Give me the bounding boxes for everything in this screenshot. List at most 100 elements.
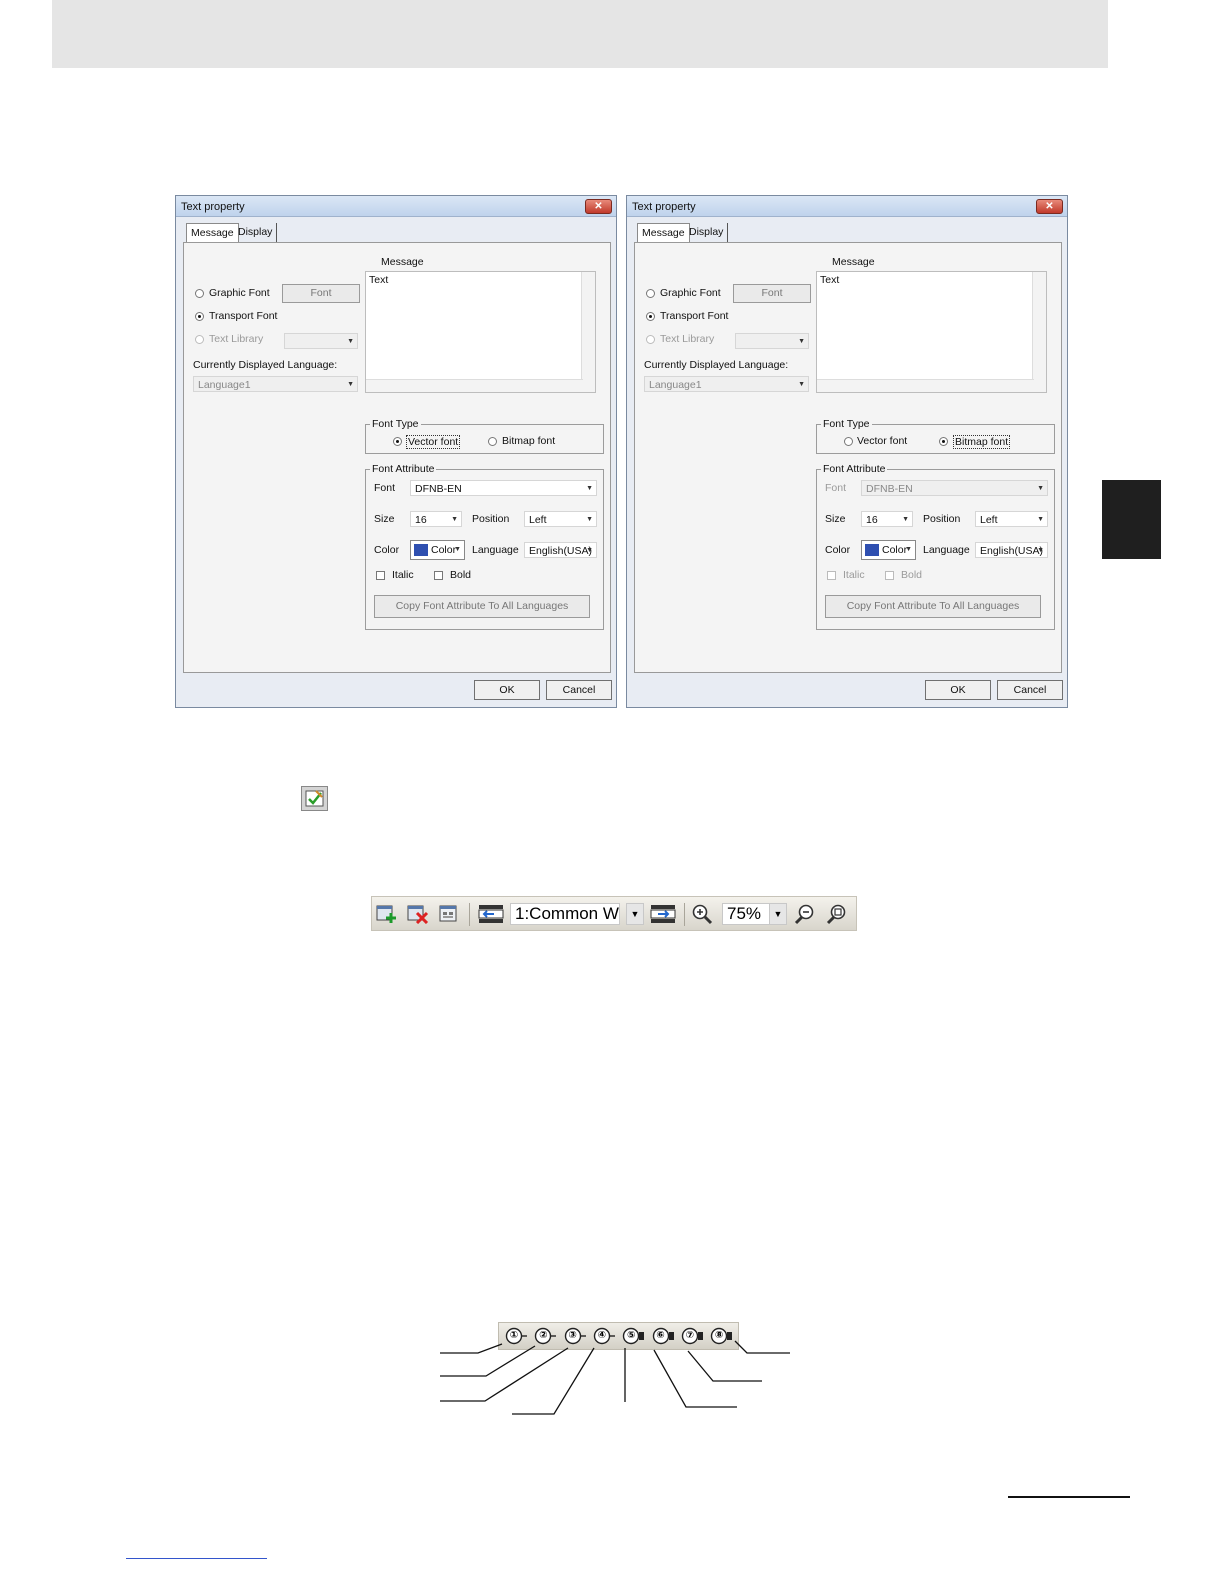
- font-type-group: Font Type Vector font Bitmap font: [365, 418, 604, 454]
- size-select[interactable]: 16 ▼: [861, 511, 913, 527]
- graphic-font-radio[interactable]: [646, 289, 655, 298]
- state-button-8[interactable]: ⑧: [710, 1327, 733, 1345]
- current-language-value: Language1: [198, 379, 251, 391]
- window-select-value: 1:Common Winc: [515, 904, 619, 923]
- zoom-fit-icon: [826, 904, 846, 925]
- state-button-2[interactable]: ②: [534, 1327, 557, 1345]
- state-button-7[interactable]: ⑦: [681, 1327, 703, 1345]
- font-type-label: Font Type: [370, 418, 421, 430]
- bold-checkbox[interactable]: [434, 571, 443, 580]
- vertical-scrollbar[interactable]: [1032, 272, 1046, 392]
- size-select[interactable]: 16 ▼: [410, 511, 462, 527]
- text-library-select[interactable]: ▼: [735, 333, 809, 349]
- next-window-button[interactable]: [649, 904, 677, 924]
- cancel-button[interactable]: Cancel: [546, 680, 612, 700]
- copy-font-attribute-button[interactable]: Copy Font Attribute To All Languages: [825, 595, 1041, 618]
- text-library-radio[interactable]: [195, 335, 204, 344]
- font-type-label: Font Type: [821, 418, 872, 430]
- close-button[interactable]: ✕: [585, 199, 612, 214]
- window-select-dropdown[interactable]: ▼: [626, 903, 644, 925]
- language-select[interactable]: English(USA) ▼: [524, 542, 597, 558]
- transport-font-radio[interactable]: [195, 312, 204, 321]
- bold-checkbox[interactable]: [885, 571, 894, 580]
- tab-message[interactable]: Message: [186, 223, 239, 242]
- font-value: DFNB-EN: [415, 483, 462, 495]
- chevron-down-icon: ▼: [798, 381, 805, 388]
- ok-button[interactable]: OK: [474, 680, 540, 700]
- bitmap-font-label: Bitmap font: [953, 435, 1011, 449]
- font-button[interactable]: Font: [733, 284, 811, 303]
- chevron-down-icon: ▼: [1037, 547, 1044, 554]
- message-label: Message: [832, 256, 875, 268]
- horizontal-scrollbar[interactable]: [817, 379, 1034, 392]
- toolbar-separator: [684, 903, 685, 926]
- language-select[interactable]: English(USA) ▼: [975, 542, 1048, 558]
- add-window-icon: [376, 905, 396, 923]
- language-label: Language: [472, 544, 519, 556]
- position-value: Left: [980, 514, 998, 526]
- color-picker-button[interactable]: Color ▼: [410, 540, 465, 560]
- italic-checkbox[interactable]: [376, 571, 385, 580]
- italic-checkbox[interactable]: [827, 571, 836, 580]
- position-select[interactable]: Left ▼: [524, 511, 597, 527]
- chevron-down-icon: ▼: [586, 547, 593, 554]
- ok-button[interactable]: OK: [925, 680, 991, 700]
- state-button-label: ⑦: [685, 1330, 695, 1341]
- add-window-button[interactable]: [375, 904, 399, 924]
- color-button-label: Color: [882, 544, 908, 556]
- chapter-tab-marker: [1102, 480, 1161, 559]
- state-button-6[interactable]: ⑥: [652, 1327, 674, 1345]
- vertical-scrollbar[interactable]: [581, 272, 595, 392]
- chevron-down-icon: ▼: [1037, 485, 1044, 492]
- bitmap-font-label: Bitmap font: [502, 435, 556, 447]
- zoom-select[interactable]: 75%: [722, 903, 770, 925]
- transport-font-radio[interactable]: [646, 312, 655, 321]
- graphic-font-radio[interactable]: [195, 289, 204, 298]
- language-value: English(USA): [980, 545, 1044, 557]
- close-button[interactable]: ✕: [1036, 199, 1063, 214]
- position-select[interactable]: Left ▼: [975, 511, 1048, 527]
- state-button-1[interactable]: ①: [505, 1327, 527, 1345]
- current-language-select[interactable]: Language1 ▼: [193, 376, 358, 392]
- text-property-dialog: Text property ✕ Message Display Setting …: [626, 195, 1068, 708]
- font-select[interactable]: DFNB-EN ▼: [861, 480, 1048, 496]
- tab-display-setting[interactable]: Display Setting: [234, 223, 278, 256]
- text-library-select[interactable]: ▼: [284, 333, 358, 349]
- zoom-out-button[interactable]: [793, 904, 817, 925]
- text-library-radio[interactable]: [646, 335, 655, 344]
- state-button-3[interactable]: ③: [564, 1327, 586, 1345]
- vector-font-radio[interactable]: [844, 437, 853, 446]
- chevron-down-icon: ▼: [902, 516, 909, 523]
- zoom-dropdown[interactable]: ▼: [769, 903, 787, 925]
- next-window-icon: [650, 905, 676, 923]
- bitmap-font-radio[interactable]: [488, 437, 497, 446]
- zoom-in-button[interactable]: [690, 904, 714, 925]
- vector-font-radio[interactable]: [393, 437, 402, 446]
- horizontal-scrollbar[interactable]: [366, 379, 583, 392]
- edit-check-icon: [301, 786, 328, 811]
- delete-window-button[interactable]: [406, 904, 430, 924]
- message-textarea[interactable]: Text: [816, 271, 1047, 393]
- size-label: Size: [374, 513, 395, 525]
- state-button-5[interactable]: ⑤: [622, 1327, 645, 1345]
- window-properties-button[interactable]: [437, 904, 461, 924]
- message-textarea[interactable]: Text: [365, 271, 596, 393]
- bold-label: Bold: [901, 569, 923, 581]
- font-value: DFNB-EN: [866, 483, 913, 495]
- previous-window-icon: [478, 905, 504, 923]
- state-button-4[interactable]: ④: [593, 1327, 615, 1345]
- font-button[interactable]: Font: [282, 284, 360, 303]
- window-select[interactable]: 1:Common Winc: [510, 903, 620, 925]
- cancel-button[interactable]: Cancel: [997, 680, 1063, 700]
- color-picker-button[interactable]: Color ▼: [861, 540, 916, 560]
- current-language-select[interactable]: Language1 ▼: [644, 376, 809, 392]
- bitmap-font-radio[interactable]: [939, 437, 948, 446]
- zoom-fit-button[interactable]: [825, 904, 849, 925]
- position-label: Position: [472, 513, 510, 525]
- copy-font-attribute-button[interactable]: Copy Font Attribute To All Languages: [374, 595, 590, 618]
- tab-message[interactable]: Message: [637, 223, 690, 242]
- tab-display-setting[interactable]: Display Setting: [685, 223, 729, 256]
- current-language-value: Language1: [649, 379, 702, 391]
- previous-window-button[interactable]: [477, 904, 505, 924]
- font-select[interactable]: DFNB-EN ▼: [410, 480, 597, 496]
